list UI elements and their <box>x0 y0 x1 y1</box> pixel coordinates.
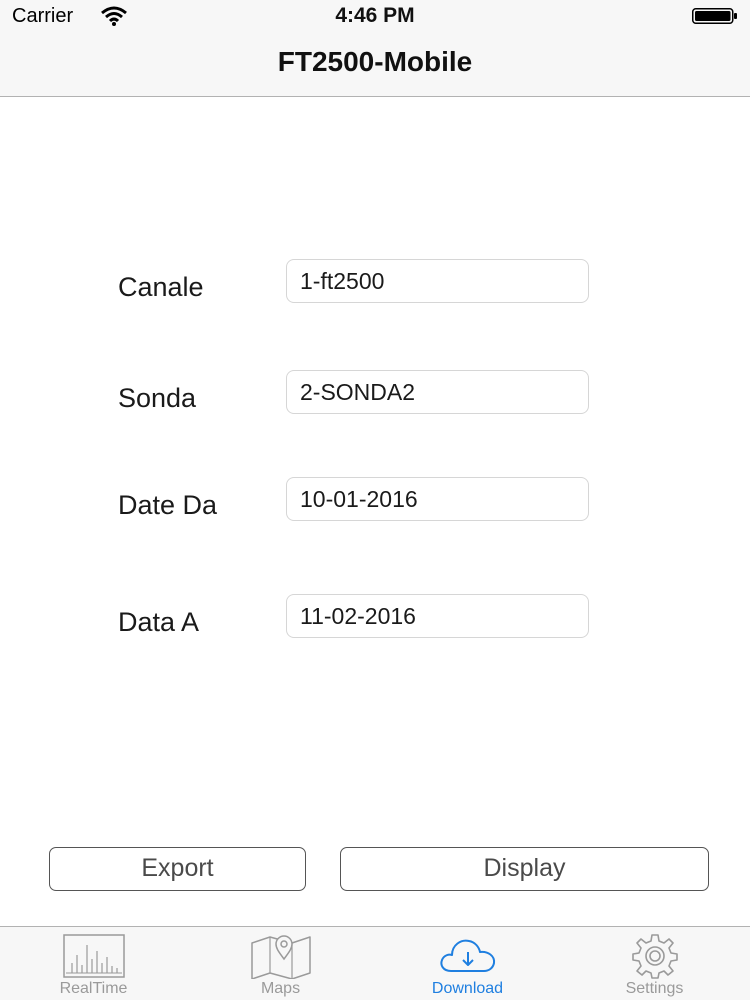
battery-icon <box>692 8 737 24</box>
cloud-download-icon <box>439 939 495 972</box>
canale-label: Canale <box>118 272 204 302</box>
tab-label-maps: Maps <box>260 980 301 997</box>
sonda-label: Sonda <box>118 383 197 413</box>
clock: 4:46 PM <box>335 4 415 27</box>
canale-field[interactable]: 1-ft2500 <box>286 259 589 303</box>
tab-label-download: Download <box>431 980 504 997</box>
sonda-field[interactable]: 2-SONDA2 <box>286 370 589 414</box>
export-button[interactable]: Export <box>49 847 306 891</box>
tab-label-settings: Settings <box>625 980 684 997</box>
tab-maps[interactable]: Maps <box>187 927 374 1000</box>
tab-realtime[interactable]: RealTime <box>0 927 187 1000</box>
tab-bar: RealTime Maps Download Settings <box>0 926 750 1000</box>
data-a-field[interactable]: 11-02-2016 <box>286 594 589 638</box>
date-da-label: Date Da <box>118 490 218 520</box>
tab-settings[interactable]: Settings <box>561 927 748 1000</box>
tab-label-realtime: RealTime <box>59 980 128 997</box>
page-title: FT2500-Mobile <box>277 46 473 77</box>
download-screen: Carrier 4:46 PM FT2500-Mobile Canale 1-f… <box>0 0 750 1000</box>
status-bar: Carrier 4:46 PM <box>0 0 750 34</box>
data-a-label: Data A <box>118 607 200 637</box>
tab-download[interactable]: Download <box>374 927 561 1000</box>
display-button[interactable]: Display <box>340 847 709 891</box>
realtime-chart-icon <box>62 934 125 978</box>
map-icon <box>250 935 311 979</box>
gear-icon <box>631 934 678 979</box>
navigation-bar: FT2500-Mobile <box>0 34 750 97</box>
date-da-field[interactable]: 10-01-2016 <box>286 477 589 521</box>
